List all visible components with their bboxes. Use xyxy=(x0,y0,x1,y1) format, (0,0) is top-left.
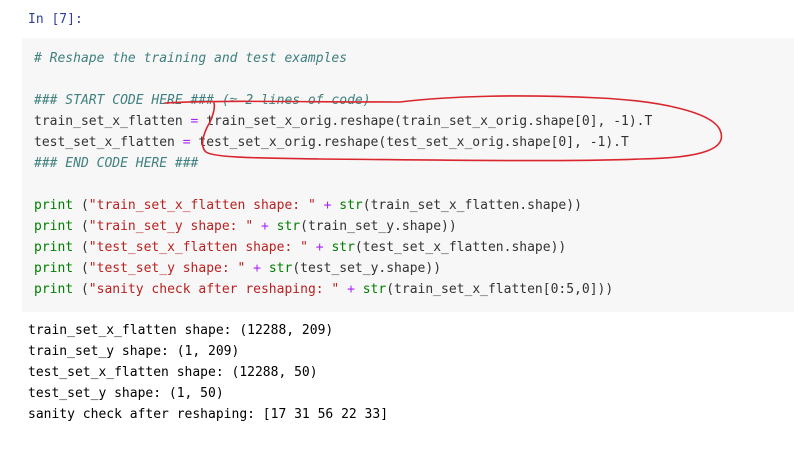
code-line-6: ### END CODE HERE ### xyxy=(34,153,652,174)
code-line-5: test_set_x_flatten = test_set_x_orig.res… xyxy=(34,132,652,153)
code-text: train_set_x_flatten[0:5,0])) xyxy=(394,282,614,297)
punct: ( xyxy=(73,282,89,297)
punct: ( xyxy=(73,219,89,234)
keyword: print xyxy=(34,198,74,213)
operator: + xyxy=(307,240,332,255)
code-text: test_set_x_flatten.shape)) xyxy=(362,240,567,255)
punct: ( xyxy=(362,198,371,213)
cell-output: train_set_x_flatten shape: (12288, 209) t… xyxy=(28,320,388,425)
punct: ( xyxy=(292,261,301,276)
keyword: print xyxy=(34,282,74,297)
keyword: print xyxy=(34,219,74,234)
operator: + xyxy=(245,261,269,276)
code-line-print-1: print ("train_set_x_flatten shape: " + s… xyxy=(34,195,652,216)
builtin: str xyxy=(339,198,363,213)
punct: ( xyxy=(354,240,363,255)
comment: ### START CODE HERE ### (≈ 2 lines of co… xyxy=(34,93,371,108)
string: "test_set_x_flatten shape: " xyxy=(88,240,308,255)
string: "train_set_x_flatten shape: " xyxy=(88,198,316,213)
operator: + xyxy=(253,219,277,234)
operator: + xyxy=(315,198,340,213)
string: "train_set_y shape: " xyxy=(88,219,254,234)
operator: = xyxy=(182,135,191,150)
code-text: test_set_y.shape)) xyxy=(300,261,442,276)
code-text: train_set_x_flatten.shape)) xyxy=(370,198,582,213)
code-text: test_set_x_flatten xyxy=(34,135,183,150)
string: "test_set_y shape: " xyxy=(88,261,246,276)
string: "sanity check after reshaping: " xyxy=(88,282,340,297)
builtin: str xyxy=(362,282,387,297)
cell-prompt: In [7]: xyxy=(28,12,83,27)
output-line: sanity check after reshaping: [17 31 56 … xyxy=(28,407,389,422)
code-line-print-5: print ("sanity check after reshaping: " … xyxy=(34,279,652,300)
keyword: print xyxy=(34,261,74,276)
output-line: train_set_y shape: (1, 209) xyxy=(28,344,240,359)
code-line-print-4: print ("test_set_y shape: " + str(test_s… xyxy=(34,258,652,279)
punct: ( xyxy=(300,219,308,234)
code-cell[interactable]: # Reshape the training and test examples… xyxy=(22,38,794,312)
code-line-print-3: print ("test_set_x_flatten shape: " + st… xyxy=(34,237,652,258)
punct: ( xyxy=(386,282,395,297)
punct: ( xyxy=(73,198,89,213)
code-line-print-2: print ("train_set_y shape: " + str(train… xyxy=(34,216,652,237)
code-text: train_set_x_orig.reshape(train_set_x_ori… xyxy=(198,114,653,129)
comment: # Reshape the training and test examples xyxy=(34,51,348,66)
code-text: train_set_y.shape)) xyxy=(307,219,457,234)
punct: ( xyxy=(73,261,89,276)
builtin: str xyxy=(268,261,293,276)
code-text: test_set_x_orig.reshape(test_set_x_orig.… xyxy=(190,135,629,150)
code-line-3: ### START CODE HERE ### (≈ 2 lines of co… xyxy=(34,90,652,111)
output-line: train_set_x_flatten shape: (12288, 209) xyxy=(28,323,334,338)
comment: ### END CODE HERE ### xyxy=(34,156,199,171)
output-line: test_set_y shape: (1, 50) xyxy=(28,386,224,401)
code-line-4: train_set_x_flatten = train_set_x_orig.r… xyxy=(34,111,652,132)
output-line: test_set_x_flatten shape: (12288, 50) xyxy=(28,365,318,380)
code-line-1: # Reshape the training and test examples xyxy=(34,48,652,69)
keyword: print xyxy=(34,240,74,255)
punct: ( xyxy=(73,240,89,255)
builtin: str xyxy=(331,240,355,255)
code-editor[interactable]: # Reshape the training and test examples… xyxy=(34,38,652,300)
code-text: train_set_x_flatten xyxy=(34,114,191,129)
builtin: str xyxy=(276,219,301,234)
operator: + xyxy=(339,282,363,297)
